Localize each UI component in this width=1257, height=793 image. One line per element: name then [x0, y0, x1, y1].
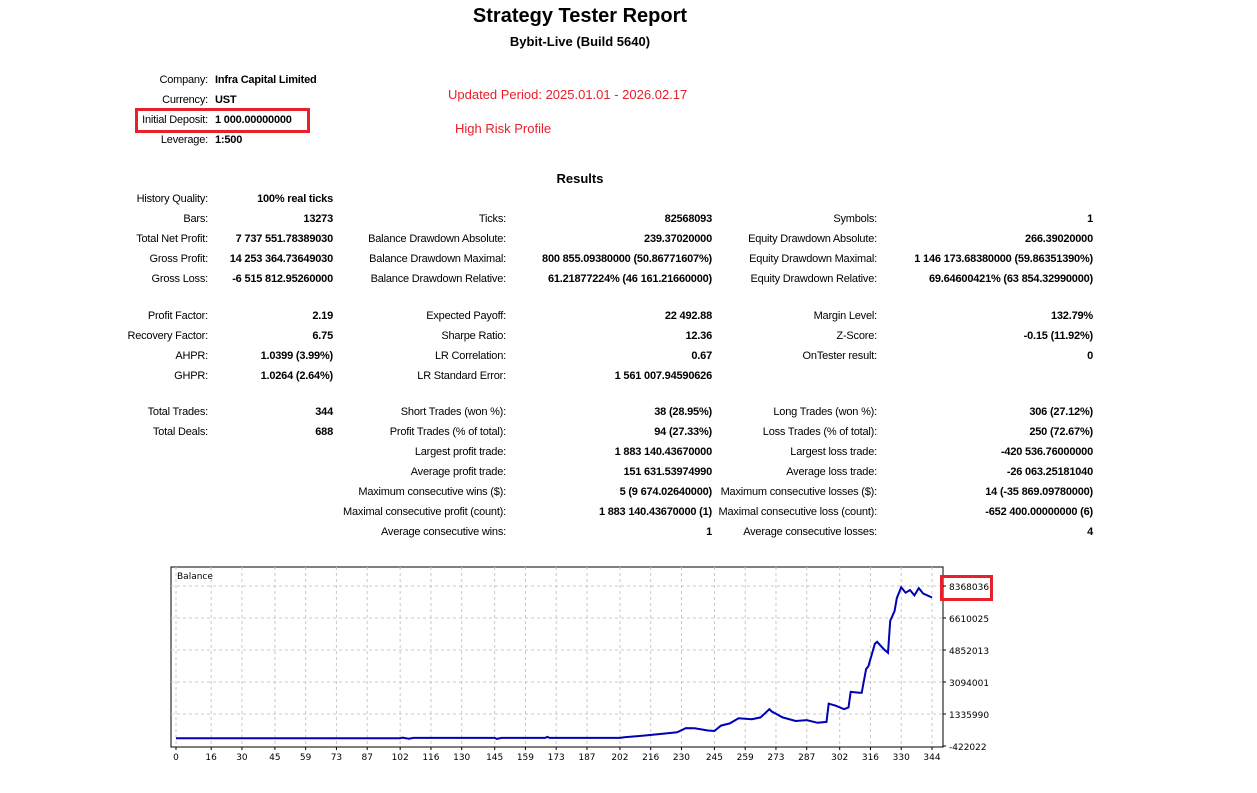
y-tick-label: 1335990: [949, 711, 989, 721]
balance-chart: 0 16 30 45 59 73 87 102 116 130 145 159 173 187 202 216…: [170, 566, 989, 763]
y-tick-label: -422022: [949, 743, 987, 753]
y-tick-label: 4852013: [949, 647, 989, 657]
y-tick-label: 6610025: [949, 615, 989, 625]
x-tick-label: 145: [486, 753, 503, 763]
x-tick-label: 59: [300, 753, 312, 763]
x-tick-label: 273: [767, 753, 784, 763]
x-tick-label: 316: [862, 753, 879, 763]
x-tick-label: 30: [236, 753, 248, 763]
x-tick-label: 302: [831, 753, 848, 763]
x-tick-label: 173: [548, 753, 565, 763]
x-tick-label: 130: [453, 753, 470, 763]
x-tick-label: 102: [392, 753, 409, 763]
x-tick-label: 159: [517, 753, 534, 763]
chart-title: Balance: [177, 572, 213, 582]
x-tick-label: 0: [173, 753, 179, 763]
x-tick-label: 202: [611, 753, 628, 763]
x-tick-label: 187: [578, 753, 595, 763]
x-tick-label: 73: [331, 753, 342, 763]
x-tick-label: 330: [893, 753, 910, 763]
y-tick-label: 3094001: [949, 679, 989, 689]
x-tick-label: 245: [706, 753, 723, 763]
x-tick-label: 87: [361, 753, 372, 763]
x-tick-label: 287: [798, 753, 815, 763]
x-tick-label: 116: [422, 753, 439, 763]
x-tick-label: 344: [923, 753, 940, 763]
x-tick-label: 16: [205, 753, 217, 763]
x-tick-label: 259: [737, 753, 754, 763]
x-tick-label: 230: [673, 753, 690, 763]
x-tick-label: 216: [642, 753, 659, 763]
final-balance-highlight-box: [940, 575, 993, 601]
x-tick-label: 45: [269, 753, 280, 763]
